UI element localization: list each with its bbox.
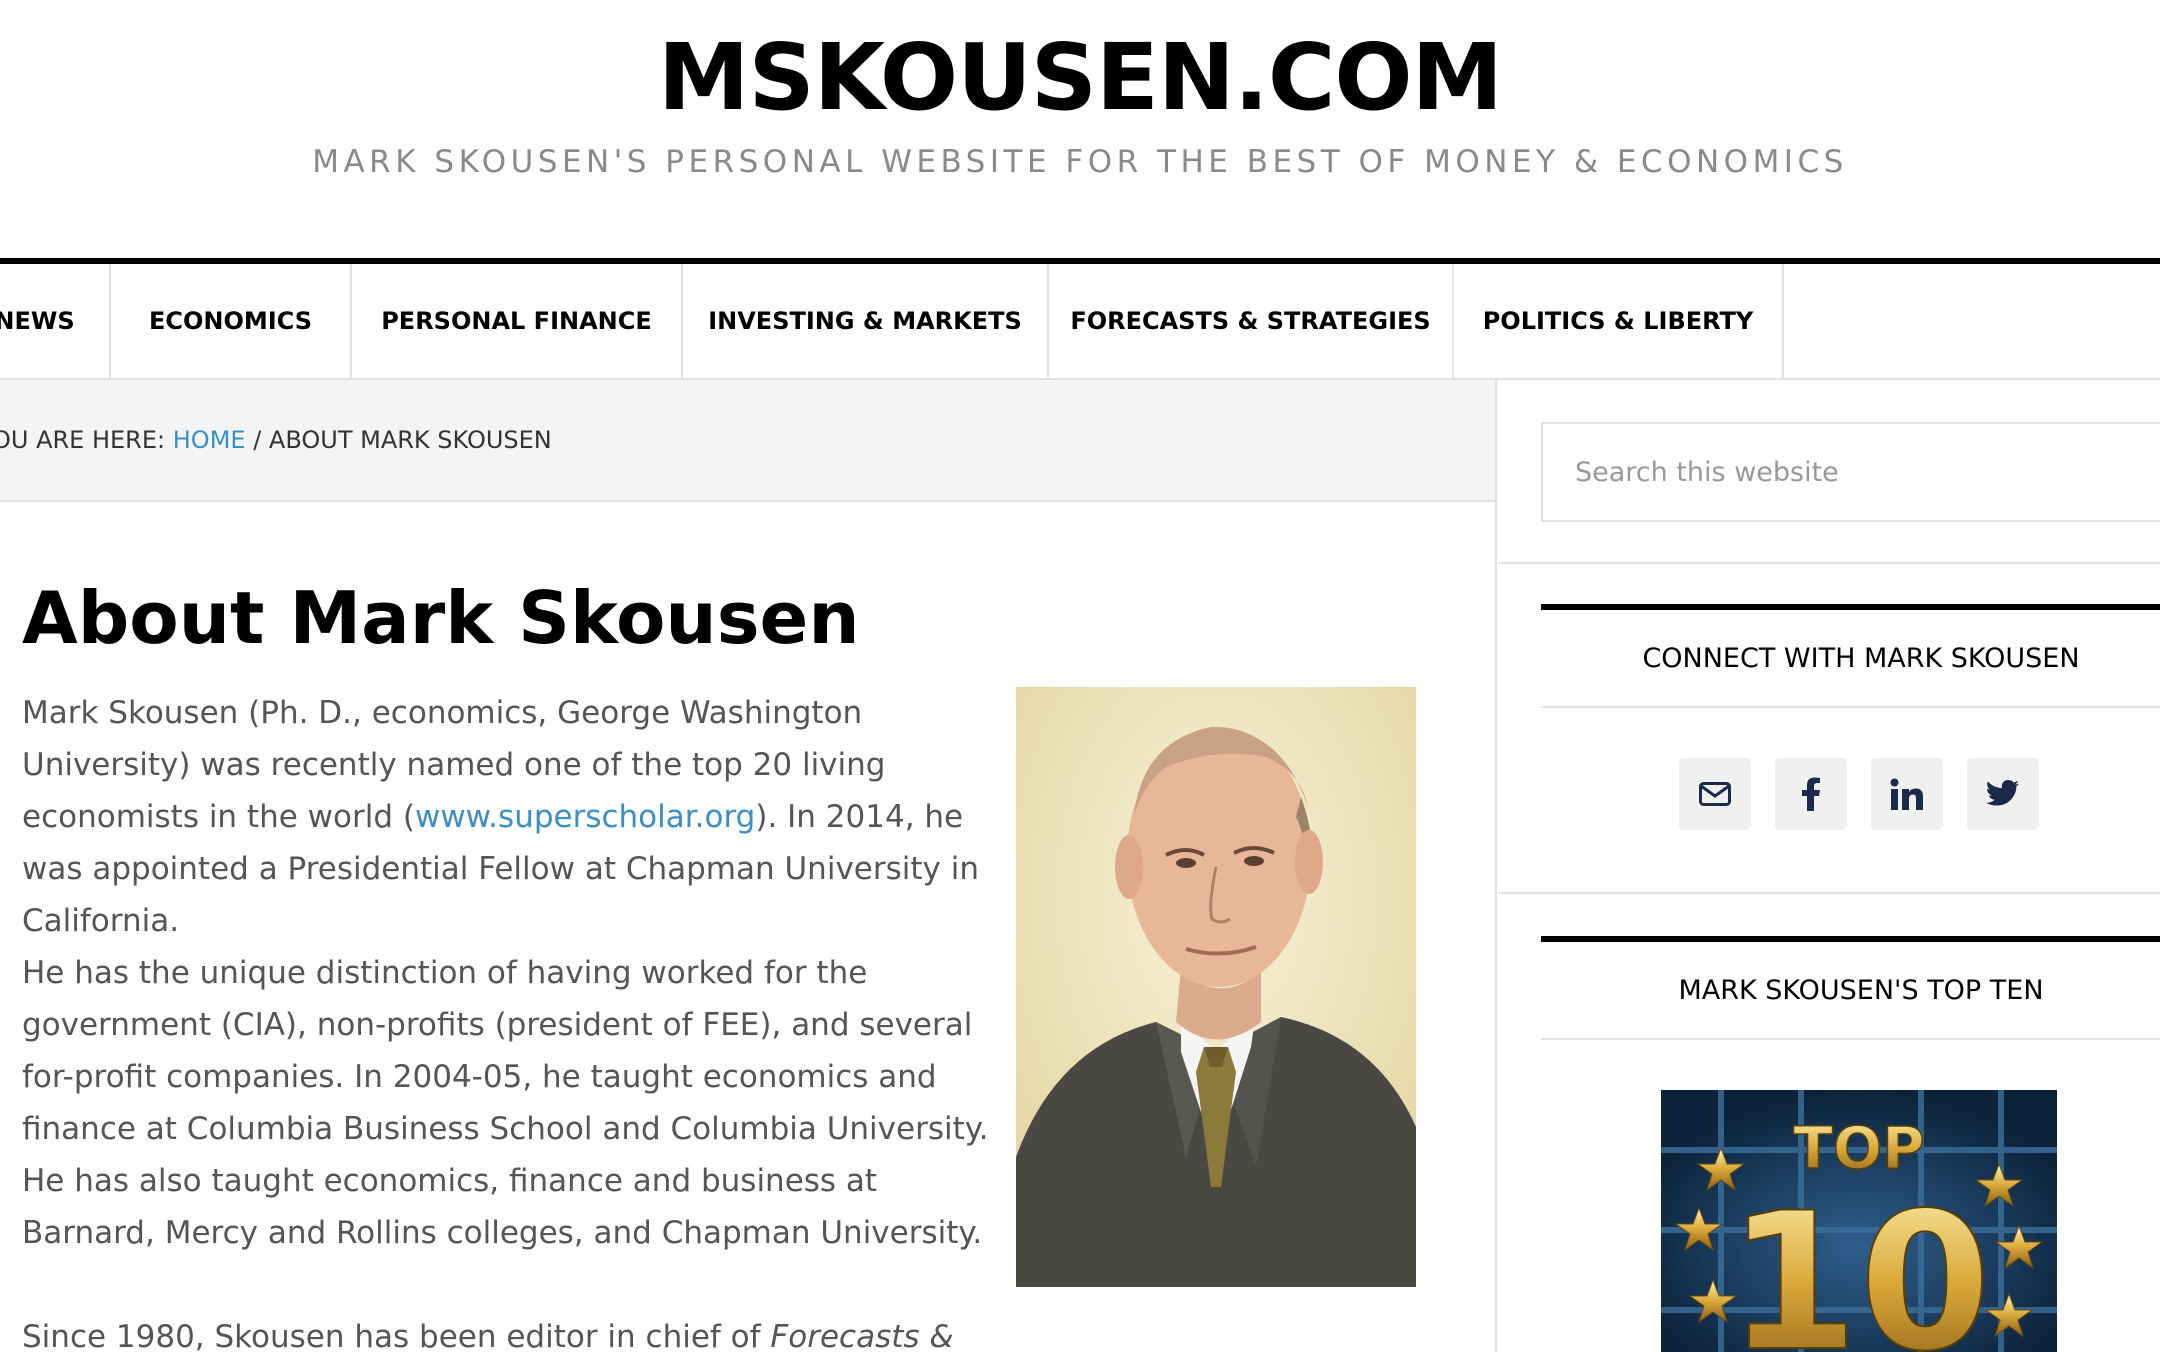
- publication-title: Forecasts &: [770, 1319, 954, 1352]
- nav-item-investing-markets[interactable]: INVESTING & MARKETS: [683, 264, 1049, 378]
- nav-item-forecasts-strategies[interactable]: FORECASTS & STRATEGIES: [1049, 264, 1454, 378]
- sidebar-divider: [1499, 892, 2160, 894]
- article-paragraph-1: Mark Skousen (Ph. D., economics, George …: [22, 687, 992, 947]
- sidebar-divider: [1499, 562, 2160, 564]
- linkedin-icon: [1890, 778, 1923, 810]
- top-ten-widget-title-text: MARK SKOUSEN'S TOP TEN: [1678, 974, 2044, 1006]
- breadcrumb-home-link[interactable]: HOME: [173, 426, 246, 454]
- nav-item-label: FORECASTS & STRATEGIES: [1070, 307, 1431, 335]
- nav-item-label: POLITICS & LIBERTY: [1482, 307, 1754, 335]
- nav-item-economics[interactable]: ECONOMICS: [111, 264, 352, 378]
- breadcrumb-current: ABOUT MARK SKOUSEN: [268, 426, 552, 454]
- connect-widget-title-text: CONNECT WITH MARK SKOUSEN: [1642, 642, 2080, 674]
- nav-item-politics-liberty[interactable]: POLITICS & LIBERTY: [1454, 264, 1784, 378]
- connect-widget-title: CONNECT WITH MARK SKOUSEN: [1541, 604, 2160, 708]
- breadcrumb-text: OU ARE HERE: HOME / ABOUT MARK SKOUSEN: [0, 426, 552, 454]
- twitter-icon: [1986, 780, 2019, 806]
- nav-item-label: INVESTING & MARKETS: [708, 307, 1022, 335]
- twitter-button[interactable]: [1967, 758, 2039, 830]
- search-box: [1541, 422, 2160, 522]
- article-paragraph-3: Since 1980, Skousen has been editor in c…: [22, 1311, 992, 1352]
- portrait-illustration: [1016, 687, 1416, 1287]
- top-ten-image[interactable]: TOP 10: [1661, 1090, 2057, 1352]
- site-title[interactable]: MSKOUSEN.COM: [0, 28, 2160, 128]
- breadcrumb: OU ARE HERE: HOME / ABOUT MARK SKOUSEN: [0, 380, 1495, 502]
- author-portrait: [1016, 687, 1416, 1287]
- facebook-icon: [1802, 777, 1820, 811]
- superscholar-link[interactable]: www.superscholar.org: [415, 799, 755, 835]
- email-button[interactable]: [1679, 758, 1751, 830]
- email-icon: [1699, 782, 1731, 806]
- nav-item-label: NEWS: [0, 307, 75, 335]
- top-ten-image-number-text: 10: [1727, 1172, 1991, 1352]
- linkedin-button[interactable]: [1871, 758, 1943, 830]
- site-header: MSKOUSEN.COM MARK SKOUSEN'S PERSONAL WEB…: [0, 0, 2160, 258]
- page-title: About Mark Skousen: [22, 576, 860, 660]
- nav-item-news[interactable]: NEWS: [0, 264, 111, 378]
- search-input[interactable]: [1543, 424, 2160, 520]
- top-ten-graphic: TOP 10: [1661, 1090, 2057, 1352]
- facebook-button[interactable]: [1775, 758, 1847, 830]
- site-description: MARK SKOUSEN'S PERSONAL WEBSITE FOR THE …: [312, 144, 1848, 180]
- primary-nav: NEWS ECONOMICS PERSONAL FINANCE INVESTIN…: [0, 258, 2160, 380]
- breadcrumb-separator: /: [245, 426, 269, 454]
- nav-item-personal-finance[interactable]: PERSONAL FINANCE: [352, 264, 683, 378]
- sidebar: CONNECT WITH MARK SKOUSEN MARK SKOUSEN'S…: [1499, 380, 2160, 1352]
- article-text: Since 1980, Skousen has been editor in c…: [22, 1319, 771, 1352]
- article-paragraph-2: He has the unique distinction of having …: [22, 955, 989, 1251]
- top-ten-widget-title: MARK SKOUSEN'S TOP TEN: [1541, 936, 2160, 1040]
- nav-item-label: PERSONAL FINANCE: [381, 307, 652, 335]
- nav-item-label: ECONOMICS: [148, 307, 313, 335]
- breadcrumb-prefix: OU ARE HERE:: [0, 426, 173, 454]
